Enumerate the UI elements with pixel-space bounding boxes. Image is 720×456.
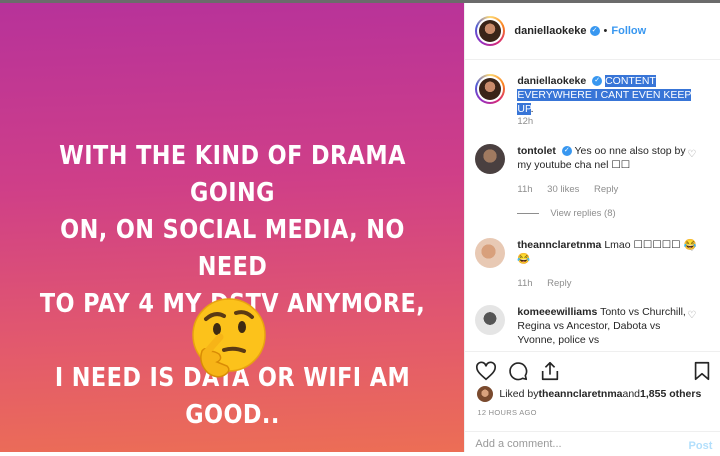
post-image-line: ON, ON SOCIAL MEDIA, NO NEED	[60, 215, 405, 282]
post-image-text: WITH THE KIND OF DRAMA GOING ON, ON SOCI…	[33, 138, 433, 434]
likes-middle: and	[622, 388, 641, 400]
commenter-username[interactable]: theannclaretnma	[517, 239, 601, 251]
commenter-username[interactable]: tontolet	[517, 145, 556, 157]
reply-button[interactable]: Reply	[594, 184, 618, 195]
add-comment-input[interactable]	[475, 438, 656, 450]
replies-line	[517, 213, 540, 214]
header-separator: •	[603, 25, 608, 37]
thinking-face-emoji-icon	[192, 298, 266, 378]
liker-avatar[interactable]	[477, 386, 494, 402]
caption-meta: 12h	[517, 116, 545, 127]
commenter-avatar[interactable]	[475, 144, 506, 174]
post-timestamp[interactable]: 12 HOURS AGO	[477, 408, 536, 417]
post-sidebar: daniellaokeke ✓ • Follow daniellaokeke ✓…	[464, 3, 720, 452]
reply-button[interactable]: Reply	[547, 278, 571, 289]
caption-avatar[interactable]	[475, 74, 506, 104]
comment-like-heart-icon[interactable]: ♡	[687, 244, 697, 254]
post-header: daniellaokeke ✓ • Follow	[465, 3, 720, 60]
view-replies-label[interactable]: View replies (8)	[550, 208, 615, 219]
comment-like-heart-icon[interactable]: ♡	[687, 150, 697, 160]
instagram-post: WITH THE KIND OF DRAMA GOING ON, ON SOCI…	[0, 3, 720, 452]
add-comment-bar: Post	[465, 431, 720, 456]
comments-list[interactable]: daniellaokeke ✓ CONTENT EVERYWHERE I CAN…	[465, 60, 720, 350]
view-replies[interactable]: View replies (8)	[517, 208, 616, 219]
comment-body: theannclaretnma Lmao ☐☐☐☐☐ 😂😂	[517, 238, 697, 266]
verified-badge-icon: ✓	[561, 146, 572, 157]
follow-button[interactable]: Follow	[611, 25, 646, 37]
liker-username[interactable]: theannclaretnma	[538, 388, 622, 400]
share-icon[interactable]	[539, 360, 561, 382]
verified-badge-icon: ✓	[592, 76, 603, 87]
comment-age[interactable]: 11h	[517, 278, 532, 289]
post-comment-button[interactable]: Post	[689, 440, 713, 452]
caption-age[interactable]: 12h	[517, 116, 533, 127]
likes-summary: Liked by theannclaretnma and 1,855 other…	[477, 386, 701, 402]
post-image-line: WITH THE KIND OF DRAMA GOING	[59, 141, 406, 208]
commenter-avatar[interactable]	[475, 238, 506, 268]
comment-likes-count[interactable]: 30 likes	[547, 184, 579, 195]
comment-like-heart-icon[interactable]: ♡	[687, 311, 697, 321]
post-image[interactable]: WITH THE KIND OF DRAMA GOING ON, ON SOCI…	[0, 3, 465, 452]
author-avatar[interactable]	[475, 16, 506, 46]
caption-text-tail: .	[530, 103, 534, 115]
commenter-avatar[interactable]	[475, 305, 506, 335]
caption-body: daniellaokeke ✓ CONTENT EVERYWHERE I CAN…	[517, 74, 697, 116]
author-username[interactable]: daniellaokeke	[514, 25, 586, 37]
comment-age[interactable]: 11h	[517, 184, 532, 195]
save-bookmark-icon[interactable]	[691, 360, 713, 382]
comment-body: komeeewilliams Tonto vs Churchill, Regin…	[517, 305, 697, 347]
comment-body: tontolet ✓ Yes oo nne also stop by my yo…	[517, 144, 697, 172]
comment-meta: 11h Reply	[517, 278, 583, 289]
commenter-username[interactable]: komeeewilliams	[517, 306, 597, 318]
like-heart-icon[interactable]	[475, 360, 497, 382]
comment-meta: 11h 30 likes Reply	[517, 184, 630, 195]
likes-prefix: Liked by	[499, 388, 539, 400]
comment-bubble-icon[interactable]	[507, 360, 529, 382]
verified-badge-icon: ✓	[589, 26, 600, 36]
likes-count[interactable]: 1,855 others	[640, 388, 701, 400]
caption-username[interactable]: daniellaokeke	[517, 75, 586, 87]
